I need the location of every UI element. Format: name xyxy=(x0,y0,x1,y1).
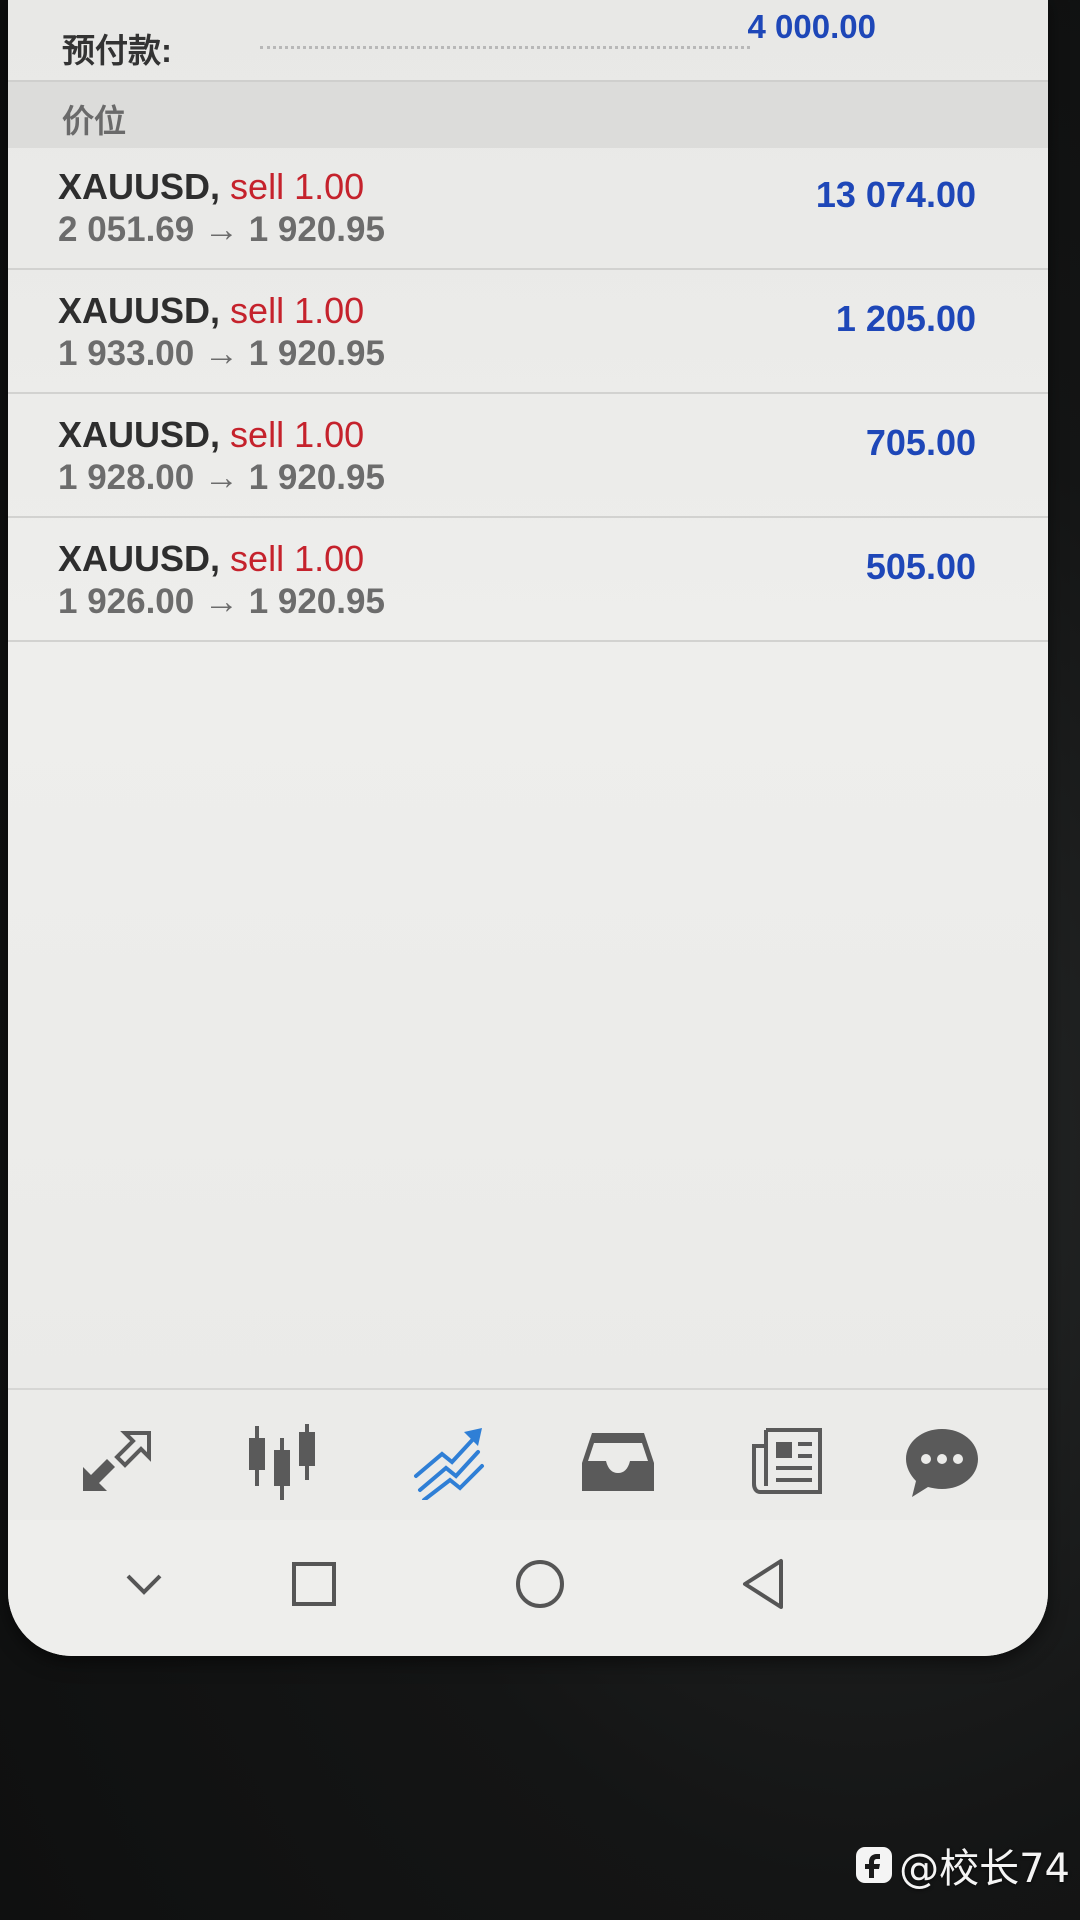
trade-trend-icon xyxy=(414,1428,484,1500)
position-row[interactable]: XAUUSD, sell 1.00 1 926.00 → 1 920.95 50… xyxy=(8,518,1048,642)
recent-apps-icon xyxy=(292,1562,336,1606)
position-profit: 13 074.00 xyxy=(815,174,976,215)
quotes-tab[interactable] xyxy=(74,1420,158,1504)
quotes-arrows-icon xyxy=(83,1431,151,1491)
position-symbol: XAUUSD, xyxy=(58,414,221,455)
position-prices: 1 926.00 → 1 920.95 xyxy=(58,582,385,621)
news-tab[interactable] xyxy=(746,1420,830,1504)
watermark-logo-icon xyxy=(856,1847,893,1883)
inbox-icon xyxy=(582,1433,654,1491)
candlestick-icon xyxy=(249,1424,315,1500)
section-title: 价位 xyxy=(62,103,127,139)
watermark-text: @校长74 xyxy=(899,1846,1070,1892)
watermark: @校长74 xyxy=(855,1836,1070,1894)
position-profit: 1 205.00 xyxy=(835,298,976,339)
phone-screen: 预付款: 4 000.00 价位 XAUUSD, sell 1.00 2 051… xyxy=(8,0,1048,1656)
system-nav-bar xyxy=(8,1520,1048,1656)
position-action: sell 1.00 xyxy=(230,290,365,331)
messages-tab[interactable] xyxy=(900,1420,984,1504)
prepaid-row: 预付款: 4 000.00 xyxy=(8,0,968,80)
position-header: XAUUSD, sell 1.00 xyxy=(58,414,364,456)
position-header: XAUUSD, sell 1.00 xyxy=(58,166,364,208)
position-symbol: XAUUSD, xyxy=(58,290,221,331)
prepaid-label: 预付款: xyxy=(62,32,172,69)
position-profit: 505.00 xyxy=(865,546,976,587)
chart-tab[interactable] xyxy=(240,1420,324,1504)
nav-chevron-button[interactable] xyxy=(108,1548,180,1620)
position-action: sell 1.00 xyxy=(230,166,365,207)
history-tab[interactable] xyxy=(576,1420,660,1504)
photo-background: 预付款: 4 000.00 价位 XAUUSD, sell 1.00 2 051… xyxy=(0,0,1080,1920)
position-action: sell 1.00 xyxy=(230,414,365,455)
position-prices: 2 051.69 → 1 920.95 xyxy=(58,210,385,249)
home-button[interactable] xyxy=(504,1548,576,1620)
news-icon xyxy=(752,1428,822,1494)
position-row[interactable]: XAUUSD, sell 1.00 1 928.00 → 1 920.95 70… xyxy=(8,394,1048,518)
position-profit: 705.00 xyxy=(865,422,976,463)
positions-list: XAUUSD, sell 1.00 2 051.69 → 1 920.95 13… xyxy=(8,146,1048,642)
position-symbol: XAUUSD, xyxy=(58,166,221,207)
position-row[interactable]: XAUUSD, sell 1.00 2 051.69 → 1 920.95 13… xyxy=(8,146,1048,270)
chevron-down-icon xyxy=(126,1574,162,1595)
position-header: XAUUSD, sell 1.00 xyxy=(58,538,364,580)
position-action: sell 1.00 xyxy=(230,538,365,579)
back-button[interactable] xyxy=(728,1548,800,1620)
bottom-tab-bar xyxy=(8,1388,1048,1522)
recent-apps-button[interactable] xyxy=(278,1548,350,1620)
trade-tab[interactable] xyxy=(406,1420,490,1504)
position-prices: 1 933.00 → 1 920.95 xyxy=(58,334,385,373)
position-header: XAUUSD, sell 1.00 xyxy=(58,290,364,332)
prepaid-value: 4 000.00 xyxy=(747,8,876,45)
chat-bubble-icon xyxy=(906,1429,978,1497)
position-row[interactable]: XAUUSD, sell 1.00 1 933.00 → 1 920.95 1 … xyxy=(8,270,1048,394)
position-symbol: XAUUSD, xyxy=(58,538,221,579)
section-header: 价位 xyxy=(8,80,1048,148)
dotted-leader xyxy=(260,46,750,49)
back-icon xyxy=(743,1559,783,1609)
position-prices: 1 928.00 → 1 920.95 xyxy=(58,458,385,497)
home-icon xyxy=(516,1560,564,1608)
